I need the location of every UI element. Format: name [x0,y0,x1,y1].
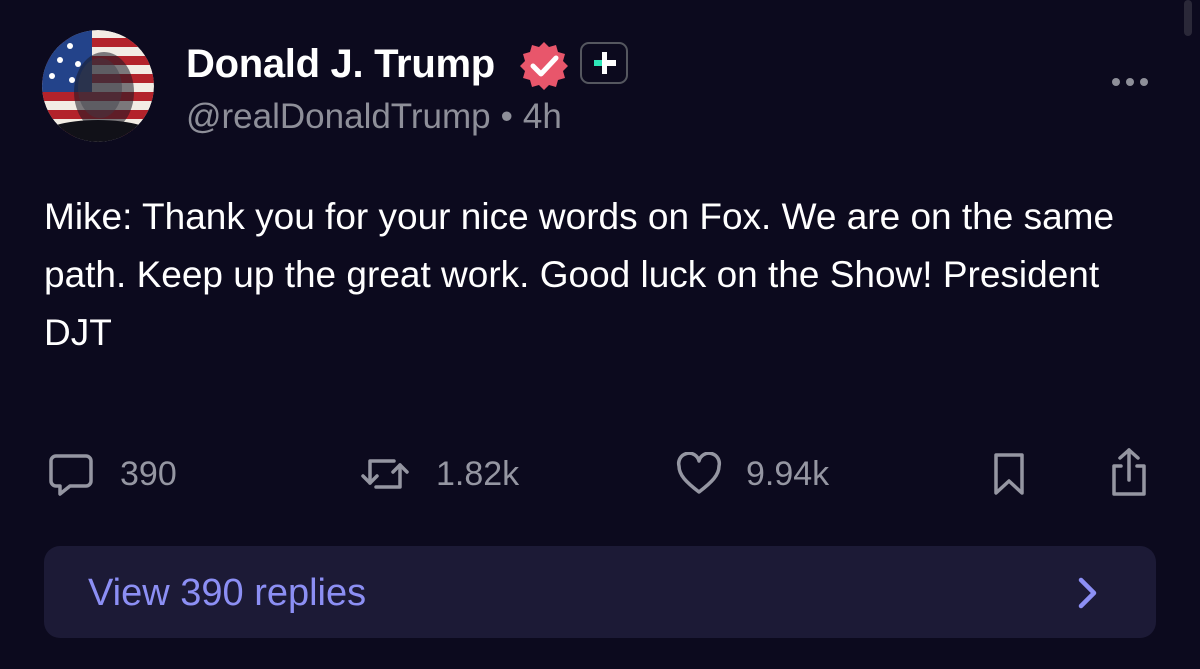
plus-badge-icon [580,42,628,84]
more-options-button[interactable] [1108,70,1152,94]
verified-check-icon [520,42,568,90]
reply-count: 390 [120,455,177,493]
scrollbar[interactable] [1184,0,1192,36]
post-timestamp[interactable]: 4h [523,97,562,136]
avatar[interactable] [42,30,154,142]
chevron-right-icon [1078,577,1097,609]
view-replies-button[interactable]: View 390 replies [44,546,1156,638]
repost-button[interactable]: 1.82k [358,448,519,500]
reply-button[interactable]: 390 [46,448,177,500]
separator-dot: • [500,97,513,136]
repost-count: 1.82k [436,455,520,493]
post-card: Donald J. Trump @realDonaldTrump • 4h Mike… [0,0,1200,669]
share-icon[interactable] [1106,446,1152,498]
heart-icon [676,452,722,494]
view-replies-label: View 390 replies [88,572,367,614]
author-display-name[interactable]: Donald J. Trump [186,40,495,88]
post-text: Mike: Thank you for your nice words on F… [44,196,1115,353]
like-count: 9.94k [746,455,830,493]
comment-icon [49,454,93,496]
avatar-image [42,30,154,142]
author-meta: @realDonaldTrump • 4h [186,96,562,138]
repost-icon [361,459,409,489]
bookmark-icon[interactable] [992,451,1026,497]
author-handle[interactable]: @realDonaldTrump [186,97,491,136]
like-button[interactable]: 9.94k [676,448,829,500]
